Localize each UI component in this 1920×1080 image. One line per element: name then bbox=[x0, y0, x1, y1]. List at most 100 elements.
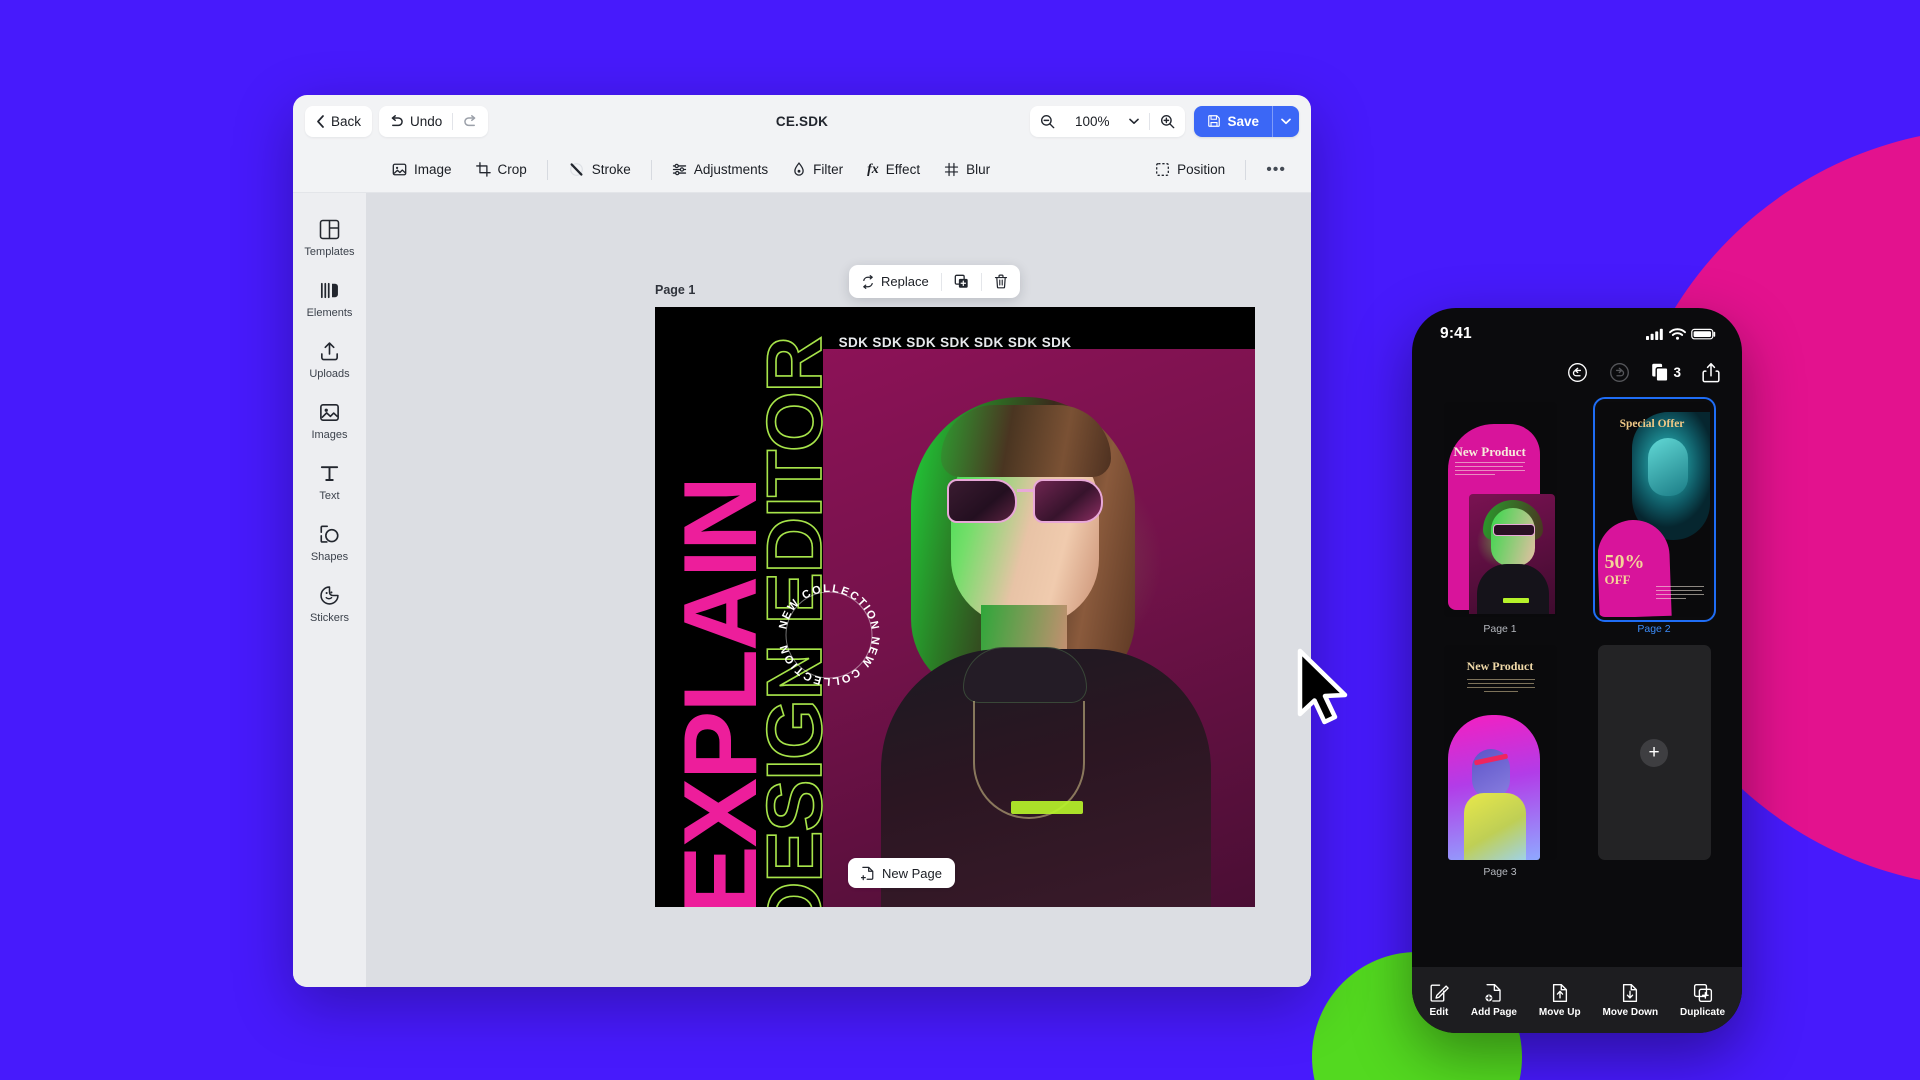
replace-button[interactable]: Replace bbox=[849, 265, 941, 298]
zoom-level-value[interactable]: 100% bbox=[1065, 106, 1120, 137]
back-button[interactable]: Back bbox=[305, 105, 373, 137]
phone-page-thumb-3[interactable]: New Product bbox=[1443, 645, 1557, 860]
new-page-button[interactable]: New Page bbox=[848, 858, 955, 888]
phone-bottom-toolbar: Edit Add Page Move Up Move Down Duplicat… bbox=[1412, 967, 1742, 1033]
thumb1-head bbox=[1490, 508, 1535, 566]
figure-bangs bbox=[941, 405, 1111, 477]
phone-duplicate-button[interactable]: Duplicate bbox=[1680, 983, 1725, 1018]
phone-redo-button[interactable] bbox=[1609, 362, 1630, 383]
tool-adjustments[interactable]: Adjustments bbox=[661, 156, 779, 183]
phone-page-thumb-2[interactable]: Special Offer 50% OFF bbox=[1592, 397, 1716, 622]
sidebar-label-elements: Elements bbox=[306, 307, 353, 319]
thumb2-discount-big: 50% bbox=[1604, 551, 1645, 573]
sidebar-item-templates[interactable]: Templates bbox=[298, 207, 362, 267]
chevron-left-icon bbox=[317, 114, 324, 128]
phone-page-label-2: Page 2 bbox=[1637, 623, 1671, 635]
phone-add-page-label: Add Page bbox=[1470, 1006, 1517, 1018]
phone-add-page-slot[interactable]: + bbox=[1597, 645, 1711, 860]
sidebar-item-stickers[interactable]: Stickers bbox=[298, 573, 362, 633]
thumb1-photo bbox=[1468, 494, 1555, 614]
toolbar-divider-1 bbox=[546, 159, 548, 180]
sidebar-label-stickers: Stickers bbox=[309, 612, 350, 624]
save-button[interactable]: Save bbox=[1194, 105, 1272, 137]
new-page-label: New Page bbox=[882, 865, 942, 881]
tool-crop[interactable]: Crop bbox=[465, 156, 538, 183]
selection-float-toolbar: Replace bbox=[849, 265, 1020, 298]
redo-button[interactable] bbox=[453, 106, 488, 137]
position-button[interactable]: Position bbox=[1144, 156, 1236, 183]
shapes-icon bbox=[320, 525, 339, 543]
zoom-in-button[interactable] bbox=[1150, 106, 1185, 137]
phone-duplicate-label: Duplicate bbox=[1680, 1006, 1726, 1018]
sidebar-label-images: Images bbox=[311, 429, 348, 441]
sidebar-item-images[interactable]: Images bbox=[298, 390, 362, 450]
save-disk-icon bbox=[1208, 115, 1221, 127]
thumb2-body-lines bbox=[1655, 586, 1706, 600]
sidebar-label-templates: Templates bbox=[304, 246, 355, 258]
save-label: Save bbox=[1227, 113, 1259, 129]
sidebar-item-shapes[interactable]: Shapes bbox=[298, 512, 362, 572]
phone-add-page-cell: + bbox=[1584, 645, 1724, 878]
phone-page-thumb-1[interactable]: New Product bbox=[1443, 402, 1557, 617]
phone-add-page-button[interactable]: Add Page bbox=[1471, 983, 1517, 1018]
tool-stroke[interactable]: Stroke bbox=[557, 156, 642, 183]
tool-adjustments-label: Adjustments bbox=[693, 162, 769, 177]
image-icon bbox=[392, 163, 407, 176]
canvas-area[interactable]: Page 1 Replace EXPLAIN DESIGN EDITOR SDK… bbox=[366, 193, 1311, 987]
sunglasses-bridge bbox=[1017, 489, 1035, 492]
tool-effect-label: Effect bbox=[885, 162, 921, 177]
chevron-down-icon bbox=[1129, 118, 1140, 124]
stickers-icon bbox=[320, 586, 339, 605]
thumb3-body-lines bbox=[1466, 679, 1536, 693]
templates-icon bbox=[319, 219, 340, 240]
phone-move-down-button[interactable]: Move Down bbox=[1603, 983, 1658, 1018]
phone-share-button[interactable] bbox=[1702, 362, 1720, 383]
undo-button[interactable]: Undo bbox=[379, 106, 452, 137]
toolbar-divider-2 bbox=[650, 159, 652, 180]
phone-page-cell-1: New Product Page 1 bbox=[1430, 402, 1570, 635]
context-toolbar-right: Position ••• bbox=[1144, 156, 1297, 183]
editor-window: Back Undo CE.SDK 100% Save Image Crop St… bbox=[293, 95, 1311, 987]
phone-page-label-1: Page 1 bbox=[1483, 623, 1517, 635]
tool-blur[interactable]: Blur bbox=[933, 156, 1001, 183]
duplicate-button[interactable] bbox=[942, 265, 981, 298]
elements-icon bbox=[320, 282, 338, 299]
thumb1-title: New Product bbox=[1453, 444, 1526, 459]
titlebar-right-controls: 100% Save bbox=[1029, 105, 1299, 137]
position-icon bbox=[1156, 163, 1170, 176]
battery-icon bbox=[1691, 328, 1716, 340]
figure-sunglasses bbox=[947, 477, 1107, 525]
blur-icon bbox=[944, 162, 959, 177]
replace-icon bbox=[863, 274, 873, 289]
artboard[interactable]: EXPLAIN DESIGN EDITOR SDK SDK SDK SDK SD… bbox=[655, 307, 1255, 907]
save-dropdown-button[interactable] bbox=[1272, 105, 1299, 137]
crop-icon bbox=[475, 162, 491, 177]
tool-filter[interactable]: Filter bbox=[781, 156, 854, 183]
more-options-button[interactable]: ••• bbox=[1255, 158, 1297, 182]
delete-button[interactable] bbox=[982, 265, 1020, 298]
zoom-dropdown-button[interactable] bbox=[1119, 106, 1149, 137]
phone-edit-label: Edit bbox=[1429, 1006, 1449, 1018]
context-toolbar: Image Crop Stroke Adjustments Filter fx bbox=[293, 147, 1311, 193]
sidebar: Templates Elements Uploads Images Text S… bbox=[293, 193, 366, 987]
phone-move-up-button[interactable]: Move Up bbox=[1539, 983, 1581, 1018]
thumb3-title: New Product bbox=[1466, 659, 1534, 673]
context-toolbar-items: Image Crop Stroke Adjustments Filter fx bbox=[381, 156, 1001, 184]
tool-effect[interactable]: fx Effect bbox=[856, 156, 931, 184]
phone-edit-button[interactable]: Edit bbox=[1429, 983, 1449, 1018]
sidebar-item-elements[interactable]: Elements bbox=[298, 268, 362, 328]
phone-pages-button[interactable]: 3 bbox=[1651, 363, 1681, 382]
figure-neon-tag bbox=[1011, 801, 1083, 814]
phone-move-up-label: Move Up bbox=[1538, 1006, 1581, 1018]
phone-undo-button[interactable] bbox=[1567, 362, 1588, 383]
titlebar: Back Undo CE.SDK 100% Save bbox=[293, 95, 1311, 147]
thumb2-discount-small: OFF bbox=[1604, 572, 1631, 587]
tool-image[interactable]: Image bbox=[381, 156, 463, 183]
phone-pages-grid: New Product Page 1 Special Offer 50% OFF… bbox=[1412, 392, 1742, 967]
phone-page-label-3: Page 3 bbox=[1483, 866, 1517, 878]
sidebar-item-text[interactable]: Text bbox=[298, 451, 362, 511]
sidebar-item-uploads[interactable]: Uploads bbox=[298, 329, 362, 389]
thumb1-sunglasses bbox=[1492, 524, 1535, 536]
cellular-signal-icon bbox=[1646, 328, 1663, 340]
zoom-out-button[interactable] bbox=[1030, 106, 1065, 137]
